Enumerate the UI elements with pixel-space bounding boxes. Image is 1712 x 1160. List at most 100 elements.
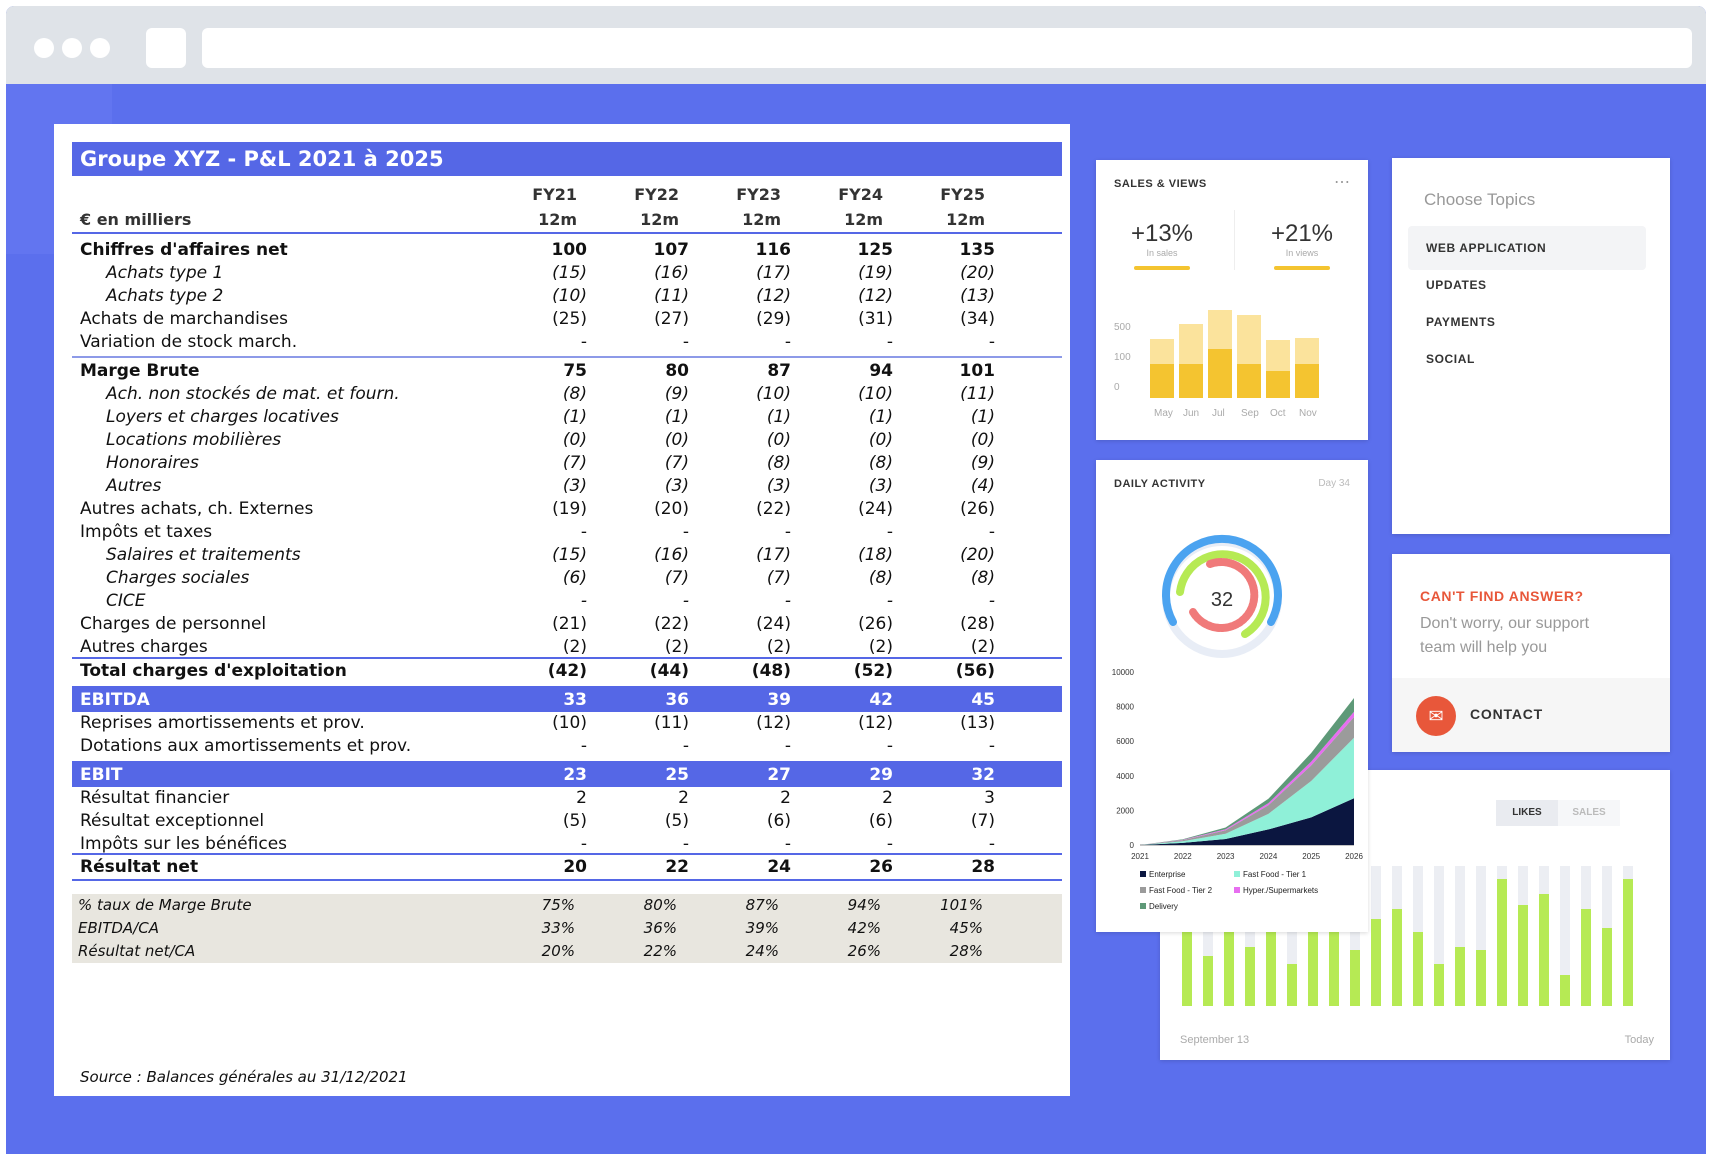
row-label: Variation de stock march. bbox=[80, 332, 298, 352]
row-value: (24) bbox=[756, 614, 791, 634]
bar-sales bbox=[1295, 363, 1319, 398]
year-header: FY21 bbox=[532, 185, 577, 204]
row-value: (25) bbox=[552, 309, 587, 329]
likes-bar bbox=[1245, 947, 1255, 1006]
x-tick-label: 2025 bbox=[1302, 852, 1320, 861]
row-label: Autres bbox=[106, 476, 162, 496]
row-value: 36 bbox=[665, 690, 689, 710]
window-dot-icon[interactable] bbox=[90, 38, 110, 58]
row-value: (20) bbox=[654, 499, 689, 519]
pnl-row: Ach. non stockés de mat. et fourn. (8) (9)… bbox=[72, 382, 1062, 407]
row-value: (3) bbox=[562, 476, 587, 496]
pnl-source: Source : Balances générales au 31/12/202… bbox=[80, 1068, 408, 1086]
row-label: Reprises amortissements et prov. bbox=[80, 713, 365, 733]
row-value: (19) bbox=[552, 499, 587, 519]
y-tick-label: 10000 bbox=[1112, 668, 1135, 677]
pnl-row: Locations mobilières (0) (0) (0) (0) (0) bbox=[72, 428, 1062, 453]
y-tick-label: 2000 bbox=[1116, 806, 1134, 815]
row-value: (48) bbox=[751, 661, 791, 681]
month-label: Oct bbox=[1270, 408, 1286, 419]
row-label: Ach. non stockés de mat. et fourn. bbox=[106, 384, 400, 404]
row-value: 23 bbox=[563, 765, 587, 785]
y-tick-label: 100 bbox=[1114, 352, 1131, 363]
pnl-row: Résultat net/CA 20% 22% 24% 26% 28% bbox=[72, 940, 1062, 963]
topics-title: Choose Topics bbox=[1424, 190, 1536, 209]
row-value: (17) bbox=[756, 263, 791, 283]
row-value: 20% bbox=[541, 942, 575, 960]
window-dot-icon[interactable] bbox=[62, 38, 82, 58]
likes-bar bbox=[1560, 975, 1570, 1006]
row-value: 3 bbox=[984, 788, 995, 808]
table-rule bbox=[72, 761, 1062, 763]
period-header: 12m bbox=[742, 210, 781, 229]
sales-views-card: SALES & VIEWS ⋯ +13% In sales +21% In vi… bbox=[1096, 160, 1368, 440]
sales-stat-caption: In sales bbox=[1146, 248, 1178, 258]
year-header: FY24 bbox=[838, 185, 883, 204]
browser-chrome bbox=[6, 6, 1706, 84]
pnl-row: Autres (3) (3) (3) (3) (4) bbox=[72, 474, 1062, 499]
row-value: - bbox=[580, 736, 587, 756]
bar-sales bbox=[1237, 363, 1261, 398]
contact-button[interactable]: ✉ CONTACT bbox=[1392, 678, 1670, 752]
row-value: (11) bbox=[654, 286, 689, 306]
row-value: (16) bbox=[654, 545, 689, 565]
row-value: (29) bbox=[756, 309, 791, 329]
likes-bar bbox=[1266, 926, 1276, 1006]
row-value: 26% bbox=[847, 942, 881, 960]
row-label: Autres achats, ch. Externes bbox=[80, 499, 314, 519]
row-value: 39% bbox=[745, 919, 779, 937]
row-value: 2 bbox=[576, 788, 587, 808]
legend-label: Delivery bbox=[1149, 902, 1178, 911]
row-value: - bbox=[784, 332, 791, 352]
month-label: Jul bbox=[1212, 408, 1225, 419]
row-label: EBITDA/CA bbox=[78, 919, 159, 937]
row-value: 87 bbox=[767, 361, 791, 381]
row-value: (22) bbox=[756, 499, 791, 519]
row-value: 135 bbox=[959, 240, 996, 260]
row-value: (28) bbox=[960, 614, 995, 634]
period-header: 12m bbox=[640, 210, 679, 229]
row-value: - bbox=[784, 591, 791, 611]
legend-item: Fast Food - Tier 1 bbox=[1234, 870, 1307, 879]
address-bar[interactable] bbox=[202, 28, 1692, 68]
row-value: 27 bbox=[767, 765, 791, 785]
row-value: 22 bbox=[665, 857, 689, 877]
row-value: (18) bbox=[858, 545, 893, 565]
legend-item: Hyper./Supermarkets bbox=[1234, 886, 1318, 895]
row-label: EBIT bbox=[80, 765, 123, 785]
window-dot-icon[interactable] bbox=[34, 38, 54, 58]
help-text: Don't worry, our support team will help … bbox=[1420, 615, 1590, 656]
row-value: (6) bbox=[766, 811, 791, 831]
tab-sales[interactable]: SALES bbox=[1558, 800, 1620, 826]
row-label: Impôts et taxes bbox=[80, 522, 213, 542]
row-value: - bbox=[886, 736, 893, 756]
pnl-row: Résultat net 20 22 24 26 28 bbox=[72, 855, 1062, 880]
pnl-document: Groupe XYZ - P&L 2021 à 2025 FY21 12m FY22… bbox=[54, 124, 1070, 1096]
row-value: - bbox=[988, 591, 995, 611]
more-dots-icon[interactable]: ⋯ bbox=[1334, 172, 1350, 192]
row-value: 2 bbox=[882, 788, 893, 808]
row-value: (7) bbox=[970, 811, 995, 831]
area-chart: 10000 8000 6000 4000 2000 0 2021 2022 2023 2024 20… bbox=[1112, 668, 1364, 911]
row-value: (56) bbox=[955, 661, 995, 681]
row-value: 100 bbox=[551, 240, 588, 260]
help-title: CAN'T FIND ANSWER? bbox=[1420, 588, 1584, 604]
likes-bar bbox=[1518, 905, 1528, 1006]
row-value: (6) bbox=[868, 811, 893, 831]
row-value: (7) bbox=[664, 453, 689, 473]
row-value: - bbox=[886, 591, 893, 611]
views-stat-value: +21% bbox=[1270, 220, 1334, 247]
row-value: 87% bbox=[745, 896, 779, 914]
row-value: 33% bbox=[541, 919, 575, 937]
tab-likes[interactable]: LIKES bbox=[1496, 800, 1558, 826]
browser-tab[interactable] bbox=[146, 28, 186, 68]
topic-social[interactable]: SOCIAL bbox=[1408, 337, 1646, 381]
row-value: (1) bbox=[868, 407, 893, 427]
row-value: (11) bbox=[654, 713, 689, 733]
pnl-row: Achats type 1 (15) (16) (17) (19) (20) bbox=[72, 261, 1062, 286]
likes-bar bbox=[1371, 919, 1381, 1006]
table-rule bbox=[72, 686, 1062, 688]
row-value: (3) bbox=[664, 476, 689, 496]
month-label: Sep bbox=[1241, 408, 1259, 419]
row-value: 26 bbox=[869, 857, 893, 877]
